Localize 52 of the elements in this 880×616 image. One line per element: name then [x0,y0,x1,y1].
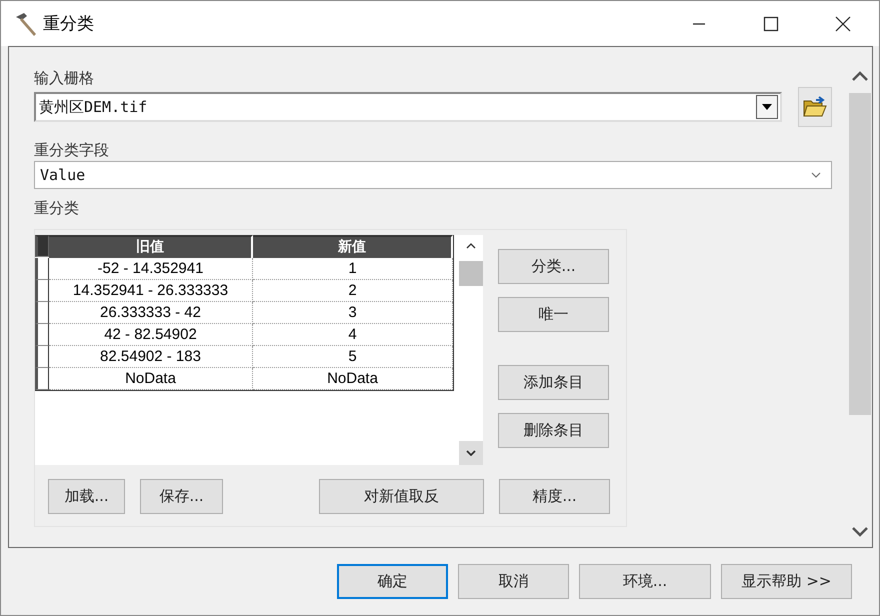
dialog-button[interactable]: 取消 [458,564,569,599]
row-header[interactable] [35,368,49,390]
action-button[interactable]: 分类... [498,249,609,284]
field-label: 重分类字段 [34,140,110,161]
column-header: 旧值 [49,235,253,258]
scrollbar[interactable] [459,235,483,465]
row-header[interactable] [35,258,49,280]
table-cell: NoData [49,368,253,390]
row-header[interactable] [35,280,49,302]
row-header[interactable] [35,324,49,346]
folder-icon [802,95,828,119]
table-cell: 42 - 82.54902 [49,324,253,346]
dialog-button[interactable]: 环境... [579,564,711,599]
table-cell: 2 [253,280,453,302]
maximize-icon [763,16,779,32]
dialog-button[interactable]: 确定 [337,564,448,599]
action-button[interactable]: 唯一 [498,297,609,332]
chevron-down-icon [811,172,821,178]
dialog-button[interactable]: 显示帮助 >> [721,564,852,599]
field-label: 输入栅格 [34,68,95,89]
action-button[interactable]: 精度... [499,479,610,514]
scroll-down-icon[interactable] [852,527,868,537]
minimize-icon [693,22,705,24]
row-header[interactable] [35,302,49,324]
action-button[interactable]: 保存... [140,479,223,514]
table-cell: NoData [253,368,453,390]
scroll-down-icon[interactable] [466,450,476,456]
table-cell: 14.352941 - 26.333333 [49,280,253,302]
table-cell: 82.54902 - 183 [49,346,253,368]
window-title: 重分类 [43,13,94,35]
scroll-thumb[interactable] [849,93,871,415]
table-cell: 26.333333 - 42 [49,302,253,324]
open-folder-button[interactable] [798,87,832,127]
close-icon [835,16,851,32]
action-button[interactable]: 加载... [48,479,125,514]
row-header-corner [35,235,49,257]
row-header[interactable] [35,346,49,368]
scroll-up-icon[interactable] [466,243,476,249]
action-button[interactable]: 删除条目 [498,413,609,448]
table-cell: 4 [253,324,453,346]
table-cell: -52 - 14.352941 [49,258,253,280]
reclass-field-dropdown[interactable]: Value [34,161,832,189]
scroll-up-icon[interactable] [852,71,868,81]
input-raster-dropdown[interactable]: 黄州区DEM.tif [34,92,782,122]
column-header: 新值 [253,235,453,258]
action-button[interactable]: 添加条目 [498,365,609,400]
scroll-thumb[interactable] [459,261,483,286]
table-cell: 5 [253,346,453,368]
table-cell: 3 [253,302,453,324]
table-cell: 1 [253,258,453,280]
section-label: 重分类 [34,198,80,219]
action-button[interactable]: 对新值取反 [319,479,484,514]
